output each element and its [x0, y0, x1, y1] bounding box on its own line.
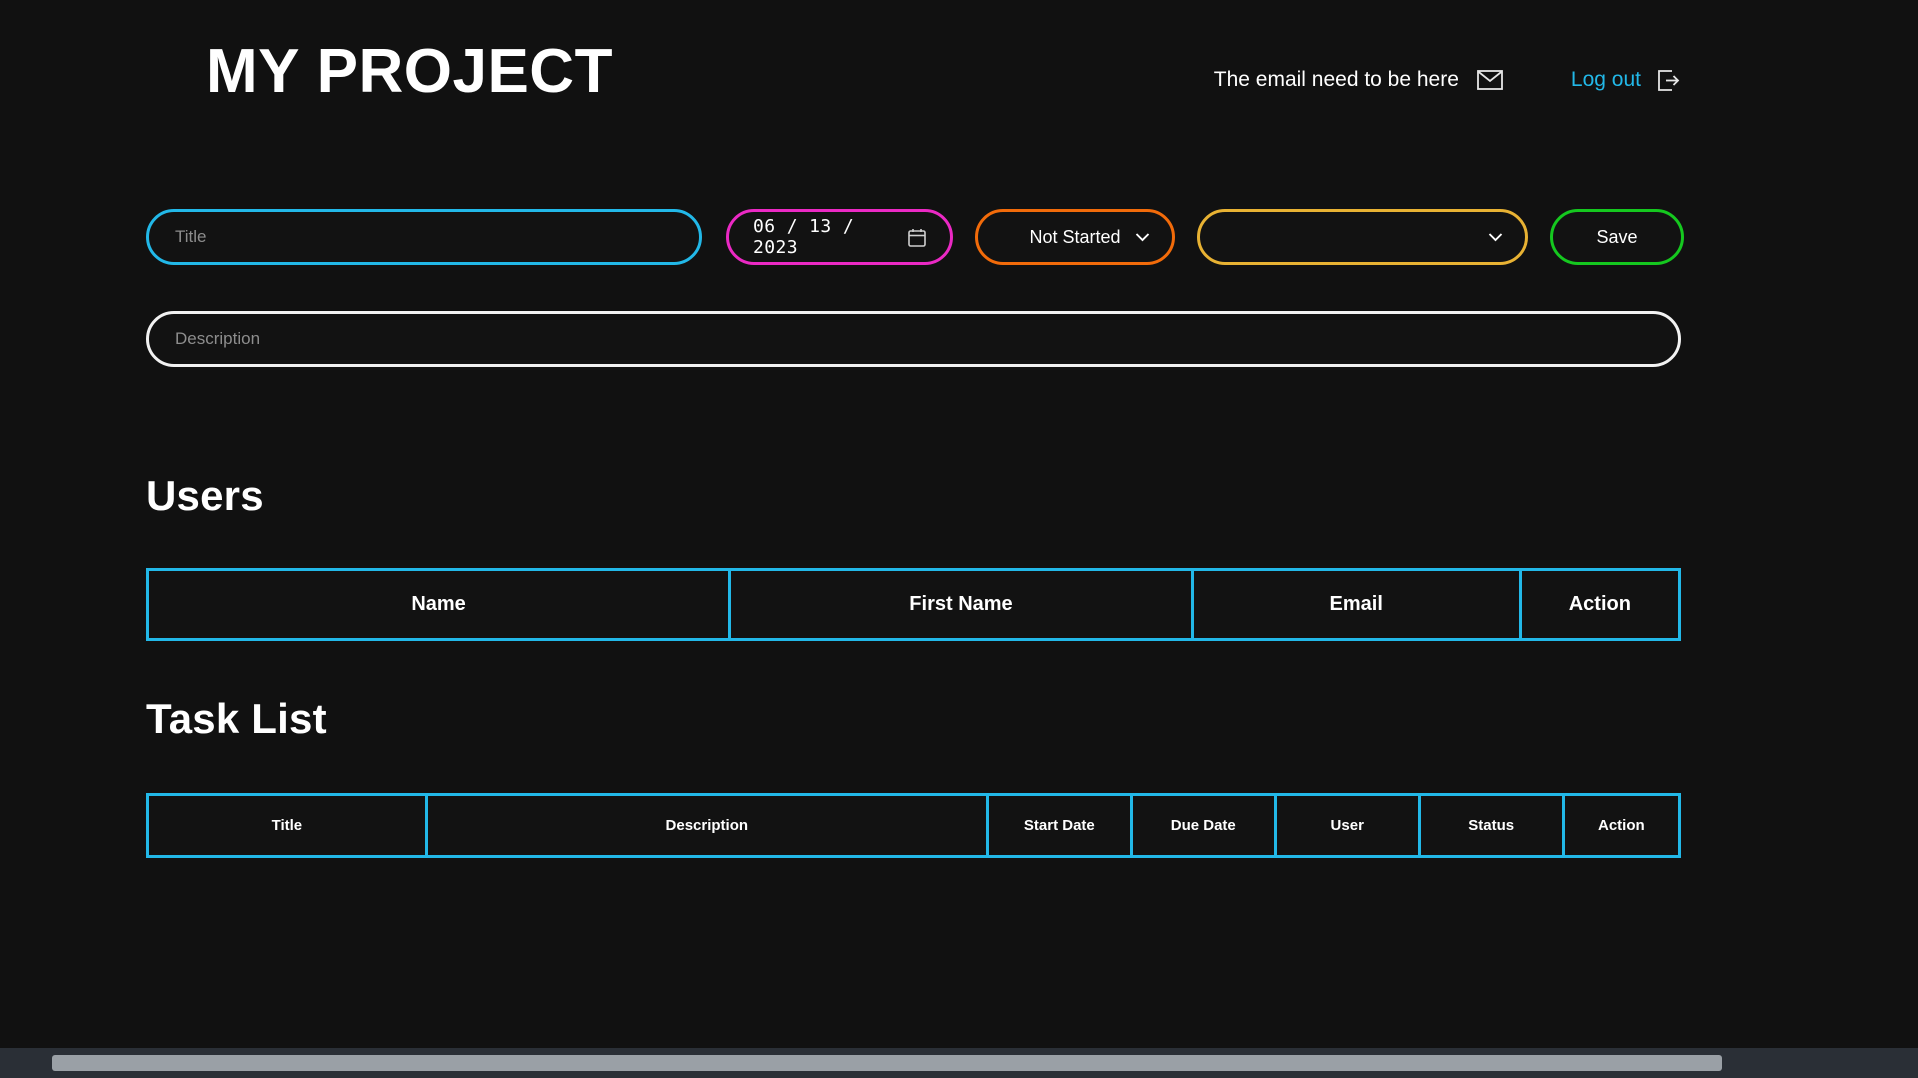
tasks-col-user[interactable]: User	[1273, 793, 1421, 858]
status-select-value: Not Started	[1029, 226, 1121, 247]
save-button-label: Save	[1596, 226, 1638, 247]
logout-icon	[1657, 69, 1680, 92]
page-root: MY PROJECT The email need to be here Log…	[0, 0, 1918, 1048]
users-table: Name First Name Email Action	[145, 568, 1682, 641]
users-col-first-name[interactable]: First Name	[728, 568, 1194, 641]
envelope-icon	[1477, 70, 1503, 90]
users-heading: Users	[146, 472, 264, 519]
tasks-heading: Task List	[146, 695, 327, 742]
save-button[interactable]: Save	[1550, 209, 1684, 265]
date-value: 06 / 13 / 2023	[753, 216, 855, 258]
start-date-input[interactable]: 06 / 13 / 2023	[726, 209, 953, 265]
header-actions: The email need to be here Log out	[1214, 68, 1680, 92]
user-select[interactable]	[1197, 209, 1528, 265]
description-input[interactable]	[146, 311, 1681, 367]
users-col-name[interactable]: Name	[145, 568, 732, 641]
tasks-col-title[interactable]: Title	[146, 793, 428, 858]
page-title: MY PROJECT	[206, 37, 613, 106]
logout-button[interactable]: Log out	[1571, 68, 1680, 92]
status-select[interactable]: Not Started	[975, 209, 1175, 265]
calendar-icon[interactable]	[908, 228, 926, 247]
email-label: The email need to be here	[1213, 68, 1459, 91]
tasks-table: Title Description Start Date Due Date Us…	[146, 793, 1682, 858]
users-col-action[interactable]: Action	[1518, 568, 1682, 641]
title-input[interactable]	[146, 209, 702, 265]
tasks-col-description[interactable]: Description	[424, 793, 989, 858]
email-display: The email need to be here	[1214, 68, 1503, 92]
tasks-table-header-row: Title Description Start Date Due Date Us…	[146, 793, 1682, 858]
chevron-down-icon	[1135, 232, 1150, 242]
users-col-email[interactable]: Email	[1190, 568, 1522, 641]
tasks-col-status[interactable]: Status	[1417, 793, 1565, 858]
tasks-col-start-date[interactable]: Start Date	[985, 793, 1133, 858]
horizontal-scrollbar[interactable]	[0, 1048, 1918, 1078]
tasks-col-action[interactable]: Action	[1561, 793, 1682, 858]
tasks-col-due-date[interactable]: Due Date	[1129, 793, 1277, 858]
users-table-header-row: Name First Name Email Action	[145, 568, 1682, 641]
task-form-row: 06 / 13 / 2023 Not Started	[146, 209, 1684, 265]
chevron-down-icon	[1488, 232, 1503, 242]
page-header: MY PROJECT The email need to be here Log…	[0, 0, 1918, 160]
horizontal-scrollbar-thumb[interactable]	[52, 1055, 1722, 1071]
logout-label: Log out	[1570, 68, 1641, 91]
